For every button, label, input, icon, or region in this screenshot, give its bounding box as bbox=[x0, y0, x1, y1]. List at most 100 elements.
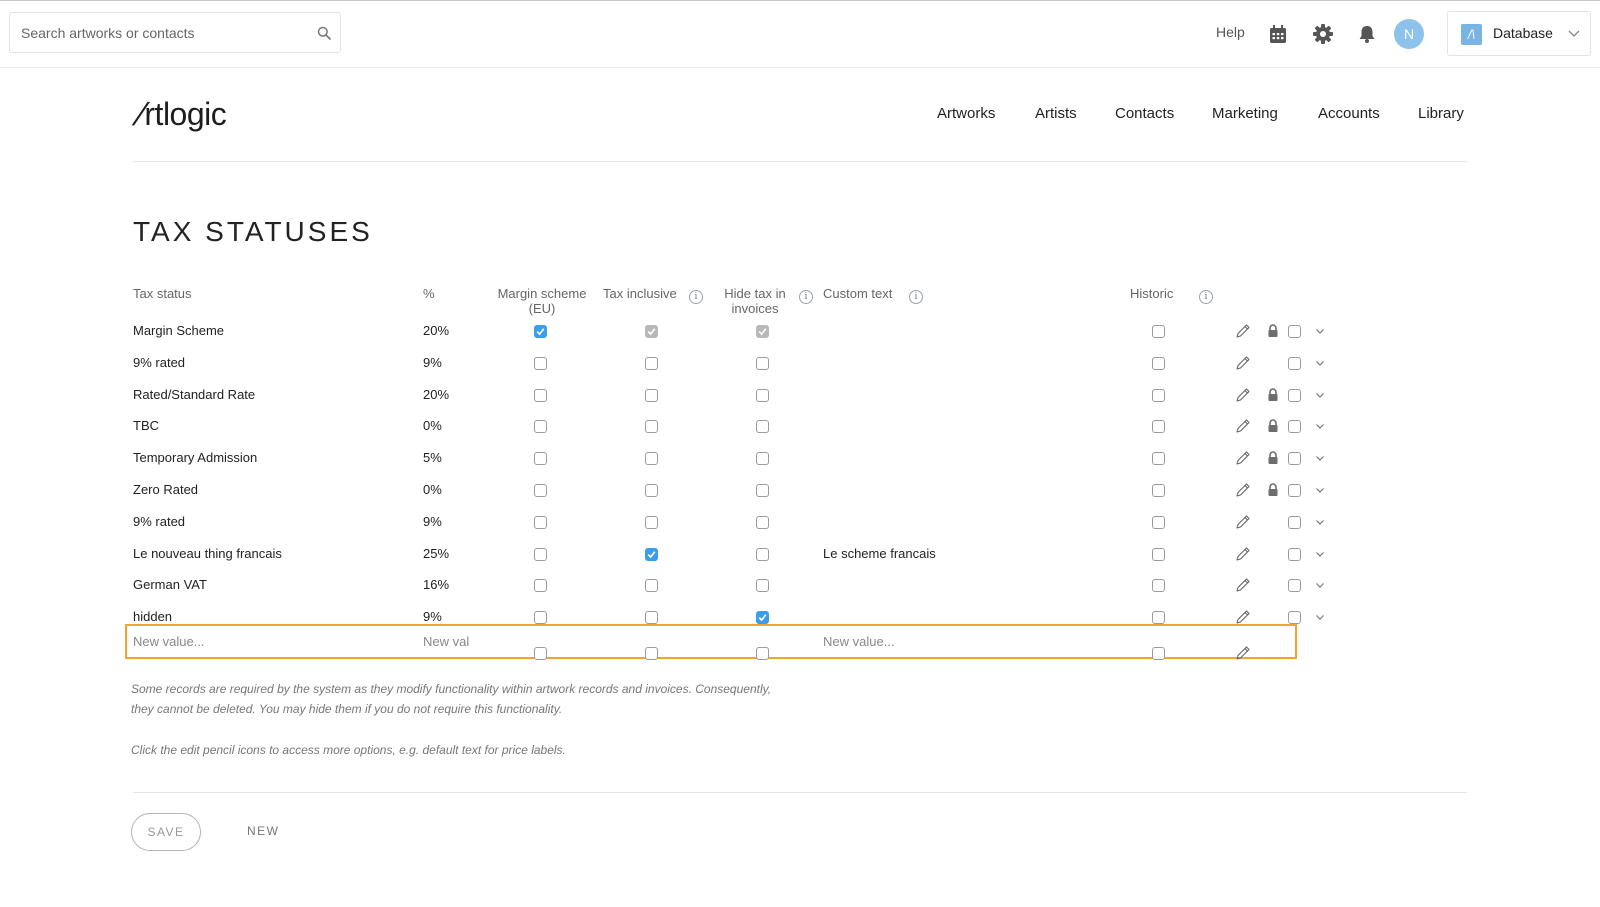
tax-percent[interactable]: 20% bbox=[423, 323, 449, 338]
margin-scheme-checkbox[interactable] bbox=[534, 547, 547, 561]
row-select-checkbox[interactable] bbox=[1288, 420, 1301, 434]
nav-accounts[interactable]: Accounts bbox=[1318, 105, 1380, 122]
avatar[interactable]: N bbox=[1394, 19, 1424, 49]
margin-scheme-checkbox[interactable] bbox=[534, 325, 547, 338]
chevron-down-icon[interactable] bbox=[1315, 580, 1325, 590]
tax-status-name[interactable]: hidden bbox=[133, 609, 172, 624]
custom-text[interactable]: Le scheme francais bbox=[823, 546, 936, 561]
hide-tax-checkbox[interactable] bbox=[756, 452, 769, 466]
historic-checkbox[interactable] bbox=[1152, 484, 1165, 497]
hide-tax-checkbox[interactable] bbox=[756, 484, 769, 497]
nav-artworks[interactable]: Artworks bbox=[937, 105, 995, 122]
info-icon[interactable]: i bbox=[799, 290, 813, 304]
row-select-checkbox[interactable] bbox=[1288, 547, 1301, 561]
new-tax-status-input[interactable] bbox=[133, 631, 383, 651]
chevron-down-icon[interactable] bbox=[1315, 453, 1325, 463]
search-icon[interactable] bbox=[317, 26, 331, 40]
chevron-down-icon[interactable] bbox=[1315, 485, 1325, 495]
tax-inclusive-checkbox[interactable] bbox=[645, 611, 658, 625]
new-margin-scheme-checkbox[interactable] bbox=[534, 647, 547, 660]
row-select-checkbox[interactable] bbox=[1288, 356, 1301, 370]
margin-scheme-checkbox[interactable] bbox=[534, 388, 547, 402]
info-icon[interactable]: i bbox=[1199, 290, 1213, 304]
new-percent-input[interactable] bbox=[423, 631, 493, 651]
save-button[interactable]: SAVE bbox=[131, 813, 201, 851]
chevron-down-icon[interactable] bbox=[1315, 421, 1325, 431]
nav-artists[interactable]: Artists bbox=[1035, 105, 1077, 122]
nav-library[interactable]: Library bbox=[1418, 105, 1464, 122]
pencil-icon[interactable] bbox=[1235, 387, 1251, 403]
tax-status-name[interactable]: 9% rated bbox=[133, 355, 185, 370]
row-select-checkbox[interactable] bbox=[1288, 611, 1301, 625]
row-select-checkbox[interactable] bbox=[1288, 579, 1301, 593]
tax-status-name[interactable]: Rated/Standard Rate bbox=[133, 387, 255, 402]
help-link[interactable]: Help bbox=[1216, 24, 1245, 40]
nav-contacts[interactable]: Contacts bbox=[1115, 105, 1174, 122]
margin-scheme-checkbox[interactable] bbox=[534, 356, 547, 370]
hide-tax-checkbox[interactable] bbox=[756, 547, 769, 561]
new-custom-text-input[interactable] bbox=[823, 631, 1083, 651]
historic-checkbox[interactable] bbox=[1152, 579, 1165, 593]
historic-checkbox[interactable] bbox=[1152, 356, 1165, 370]
pencil-icon[interactable] bbox=[1235, 355, 1251, 371]
margin-scheme-checkbox[interactable] bbox=[534, 611, 547, 625]
chevron-down-icon[interactable] bbox=[1315, 517, 1325, 527]
tax-inclusive-checkbox[interactable] bbox=[645, 420, 658, 434]
pencil-icon[interactable] bbox=[1235, 418, 1251, 434]
search-input[interactable] bbox=[21, 23, 301, 43]
tax-percent[interactable]: 5% bbox=[423, 450, 442, 465]
row-select-checkbox[interactable] bbox=[1288, 388, 1301, 402]
tax-status-name[interactable]: 9% rated bbox=[133, 514, 185, 529]
pencil-icon[interactable] bbox=[1235, 450, 1251, 466]
info-icon[interactable]: i bbox=[909, 290, 923, 304]
artlogic-logo[interactable]: /rtlogic bbox=[129, 96, 227, 133]
margin-scheme-checkbox[interactable] bbox=[534, 484, 547, 497]
nav-marketing[interactable]: Marketing bbox=[1212, 105, 1278, 122]
tax-percent[interactable]: 9% bbox=[423, 355, 442, 370]
tax-percent[interactable]: 9% bbox=[423, 609, 442, 624]
tax-inclusive-checkbox[interactable] bbox=[645, 579, 658, 593]
historic-checkbox[interactable] bbox=[1152, 611, 1165, 625]
chevron-down-icon[interactable] bbox=[1315, 549, 1325, 559]
tax-status-name[interactable]: TBC bbox=[133, 418, 159, 433]
new-historic-checkbox[interactable] bbox=[1152, 647, 1165, 660]
pencil-icon[interactable] bbox=[1235, 323, 1251, 339]
tax-percent[interactable]: 0% bbox=[423, 482, 442, 497]
tax-status-name[interactable]: Temporary Admission bbox=[133, 450, 257, 465]
tax-status-name[interactable]: Zero Rated bbox=[133, 482, 198, 497]
chevron-down-icon[interactable] bbox=[1315, 358, 1325, 368]
tax-inclusive-checkbox[interactable] bbox=[645, 547, 658, 561]
hide-tax-checkbox[interactable] bbox=[756, 420, 769, 434]
historic-checkbox[interactable] bbox=[1152, 515, 1165, 529]
hide-tax-checkbox[interactable] bbox=[756, 579, 769, 593]
row-select-checkbox[interactable] bbox=[1288, 325, 1301, 338]
margin-scheme-checkbox[interactable] bbox=[534, 515, 547, 529]
chevron-down-icon[interactable] bbox=[1315, 612, 1325, 622]
hide-tax-checkbox[interactable] bbox=[756, 356, 769, 370]
tax-percent[interactable]: 0% bbox=[423, 418, 442, 433]
tax-inclusive-checkbox[interactable] bbox=[645, 356, 658, 370]
tax-percent[interactable]: 20% bbox=[423, 387, 449, 402]
new-tax-inclusive-checkbox[interactable] bbox=[645, 647, 658, 660]
tax-status-name[interactable]: German VAT bbox=[133, 577, 207, 592]
pencil-icon[interactable] bbox=[1235, 546, 1251, 562]
tax-inclusive-checkbox[interactable] bbox=[645, 515, 658, 529]
gear-icon[interactable] bbox=[1312, 23, 1334, 45]
bell-icon[interactable] bbox=[1356, 23, 1378, 45]
calendar-icon[interactable] bbox=[1267, 23, 1289, 45]
margin-scheme-checkbox[interactable] bbox=[534, 420, 547, 434]
tax-percent[interactable]: 16% bbox=[423, 577, 449, 592]
historic-checkbox[interactable] bbox=[1152, 388, 1165, 402]
tax-percent[interactable]: 9% bbox=[423, 514, 442, 529]
new-button[interactable]: NEW bbox=[247, 824, 280, 838]
pencil-icon[interactable] bbox=[1235, 645, 1251, 661]
pencil-icon[interactable] bbox=[1235, 609, 1251, 625]
chevron-down-icon[interactable] bbox=[1315, 326, 1325, 336]
tax-status-name[interactable]: Margin Scheme bbox=[133, 323, 224, 338]
hide-tax-checkbox[interactable] bbox=[756, 515, 769, 529]
tax-percent[interactable]: 25% bbox=[423, 546, 449, 561]
pencil-icon[interactable] bbox=[1235, 577, 1251, 593]
pencil-icon[interactable] bbox=[1235, 482, 1251, 498]
historic-checkbox[interactable] bbox=[1152, 420, 1165, 434]
chevron-down-icon[interactable] bbox=[1315, 390, 1325, 400]
